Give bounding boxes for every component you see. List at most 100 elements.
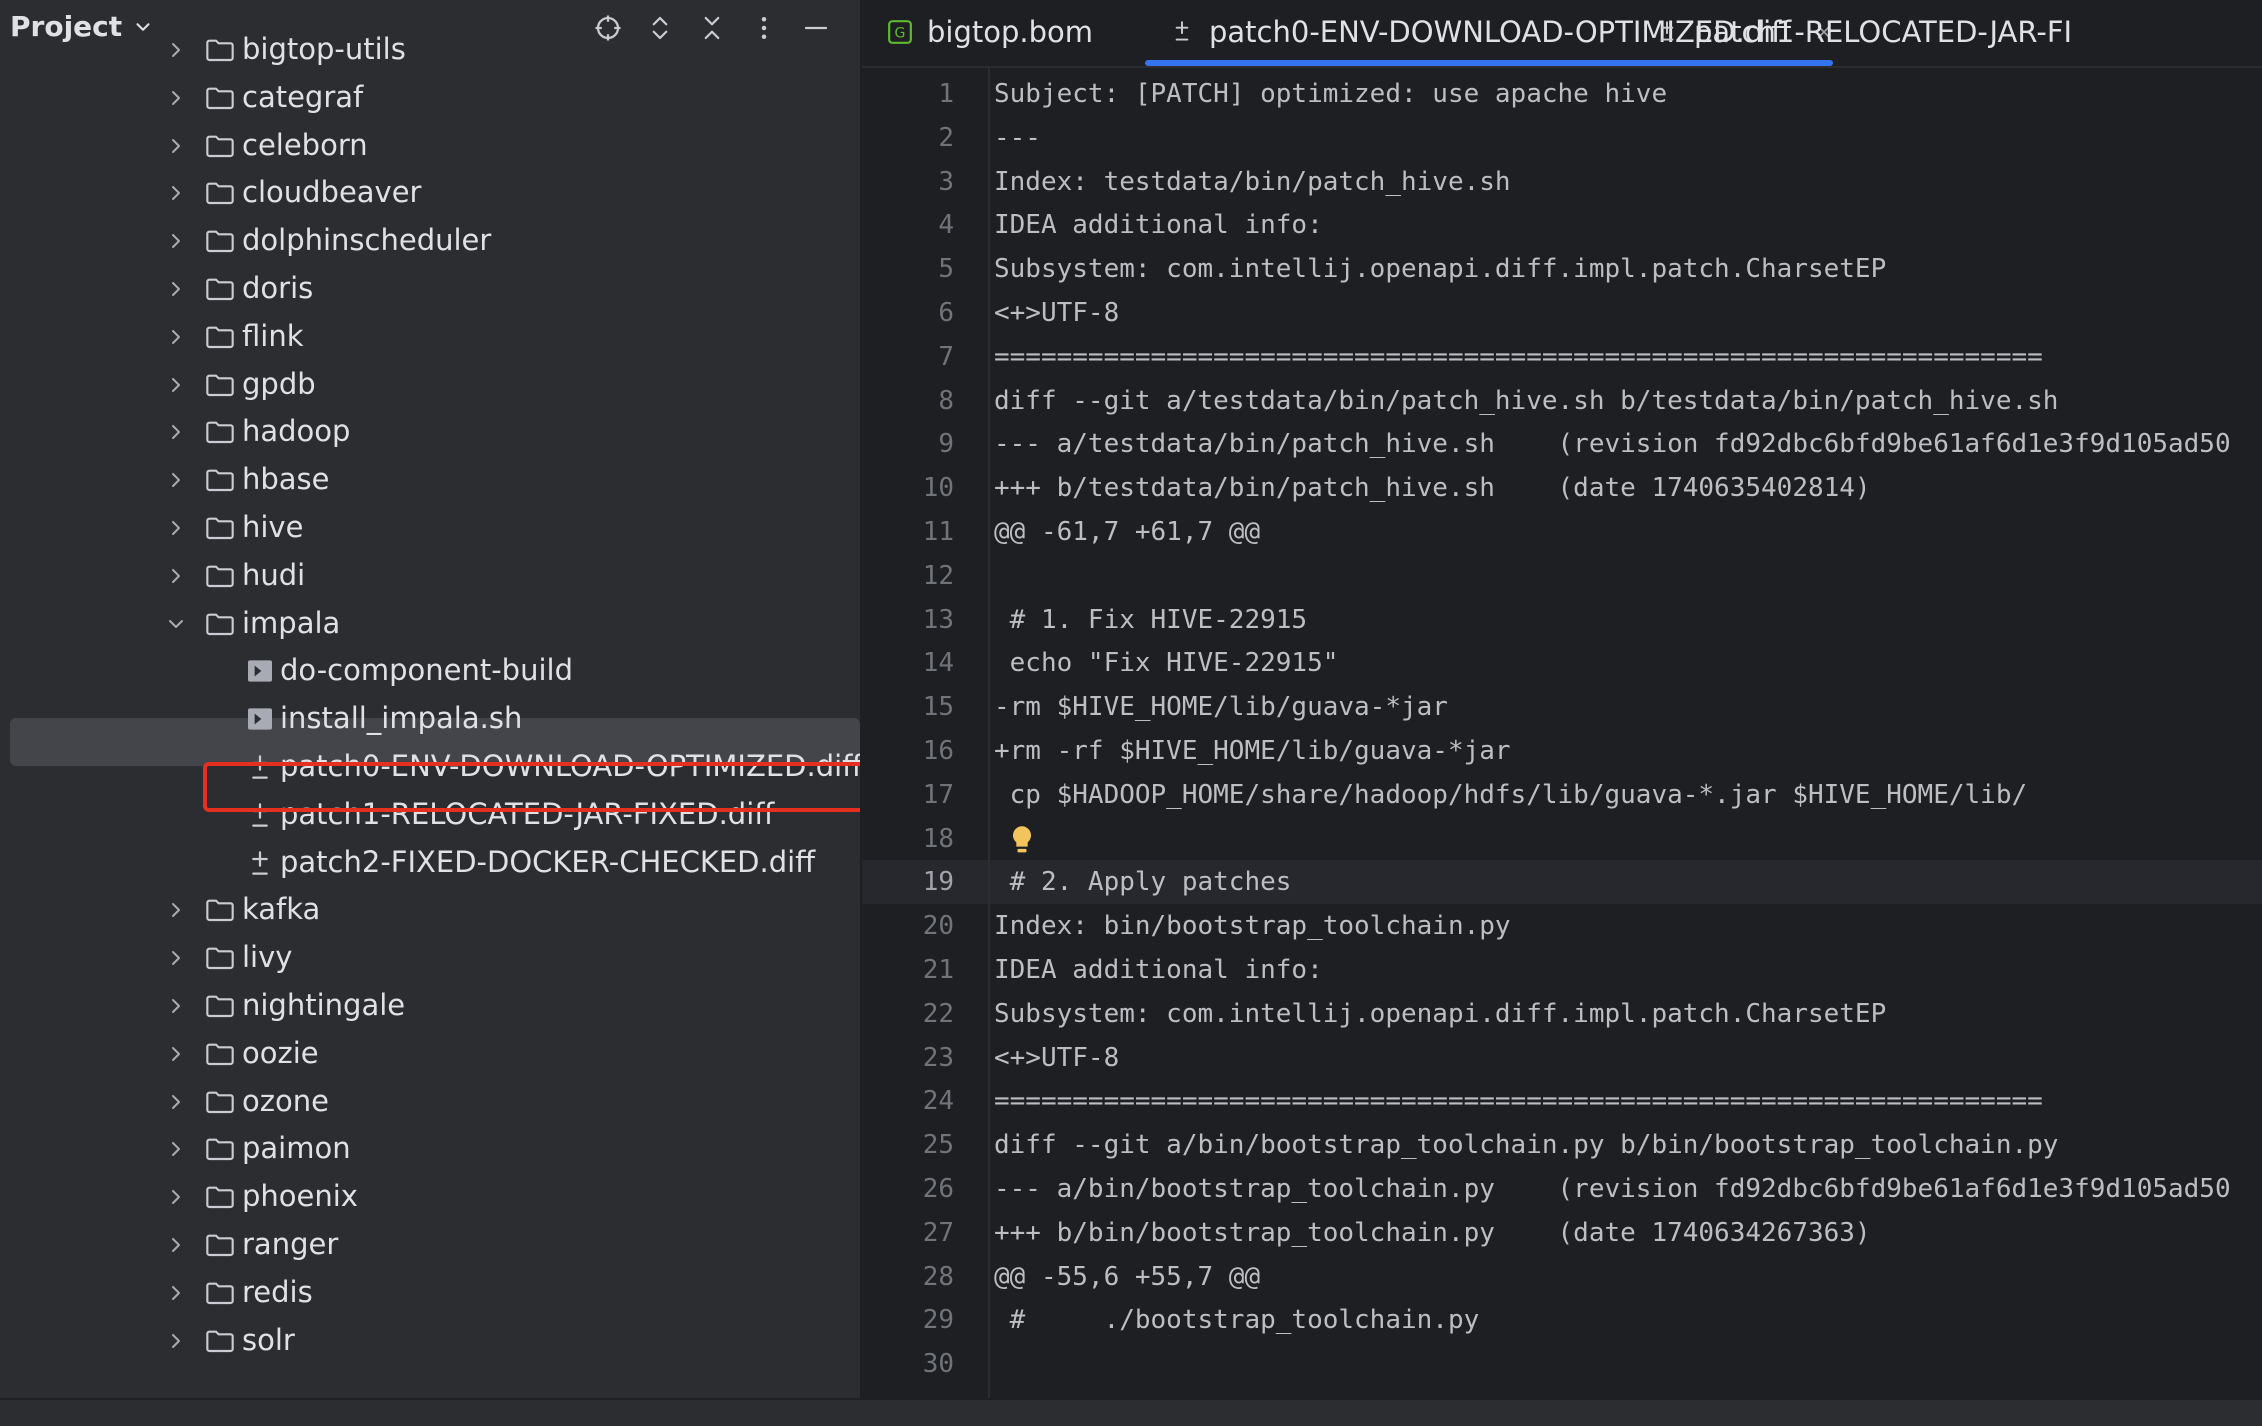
tab-bigtop-bom[interactable]: G bigtop.bom — [887, 0, 1093, 64]
chevron-right-icon[interactable] — [164, 373, 188, 397]
code-line[interactable]: 9 --- a/testdata/bin/patch_hive.sh (revis… — [862, 422, 2262, 466]
line-text: cp $HADOOP_HOME/share/hadoop/hdfs/lib/gu… — [994, 779, 2028, 810]
code-line[interactable]: 3 Index: testdata/bin/patch_hive.sh — [862, 160, 2262, 204]
chevron-right-icon[interactable] — [164, 516, 188, 540]
folder-icon — [206, 517, 234, 540]
tree-item-nightingale[interactable]: nightingale — [0, 982, 860, 1030]
tree-item-hudi[interactable]: hudi — [0, 552, 860, 600]
line-text: +rm -rf $HIVE_HOME/lib/guava-*jar — [994, 736, 1511, 766]
chevron-right-icon[interactable] — [164, 898, 188, 922]
code-line[interactable]: 19 # 2. Apply patches — [862, 860, 2262, 904]
line-number: 22 — [922, 998, 954, 1029]
chevron-right-icon[interactable] — [164, 1042, 188, 1066]
tree-item-do-component-build[interactable]: do-component-build — [0, 647, 860, 695]
chevron-right-icon[interactable] — [164, 1233, 188, 1257]
tree-item-celeborn[interactable]: celeborn — [0, 122, 860, 170]
code-line[interactable]: 20 Index: bin/bootstrap_toolchain.py — [862, 904, 2262, 948]
code-line[interactable]: 23 <+>UTF-8 — [862, 1036, 2262, 1080]
chevron-right-icon[interactable] — [164, 1281, 188, 1305]
code-line[interactable]: 29 # ./bootstrap_toolchain.py — [862, 1298, 2262, 1342]
chevron-right-icon[interactable] — [164, 38, 188, 62]
chevron-right-icon[interactable] — [164, 468, 188, 492]
tree-item-hadoop[interactable]: hadoop — [0, 408, 860, 456]
chevron-right-icon[interactable] — [164, 946, 188, 970]
tree-item-patch2-fixed-docker-checked-diff[interactable]: patch2-FIXED-DOCKER-CHECKED.diff — [0, 839, 860, 887]
tree-item-impala[interactable]: impala — [0, 600, 860, 648]
code-line[interactable]: 26 --- a/bin/bootstrap_toolchain.py (revi… — [862, 1167, 2262, 1211]
line-number: 5 — [938, 254, 954, 285]
tab-patch1-diff[interactable]: patch1-RELOCATED-JAR-FI — [1654, 0, 2072, 64]
line-text: @@ -55,6 +55,7 @@ — [994, 1261, 1261, 1292]
code-line[interactable]: 1 Subject: [PATCH] optimized: use apache … — [862, 72, 2262, 116]
tree-item-patch0-env-download-optimized-diff[interactable]: patch0-ENV-DOWNLOAD-OPTIMIZED.diff — [0, 743, 860, 791]
code-line[interactable]: 11 @@ -61,7 +61,7 @@ — [862, 510, 2262, 554]
tree-item-label: phoenix — [242, 1179, 358, 1214]
tree-item-hbase[interactable]: hbase — [0, 456, 860, 504]
chevron-right-icon[interactable] — [164, 134, 188, 158]
code-line[interactable]: 22 Subsystem: com.intellij.openapi.diff.i… — [862, 992, 2262, 1036]
chevron-right-icon[interactable] — [164, 277, 188, 301]
tree-item-doris[interactable]: doris — [0, 265, 860, 313]
tree-item-ranger[interactable]: ranger — [0, 1221, 860, 1269]
tree-item-gpdb[interactable]: gpdb — [0, 361, 860, 409]
code-line[interactable]: 17 cp $HADOOP_HOME/share/hadoop/hdfs/lib… — [862, 773, 2262, 817]
tree-item-oozie[interactable]: oozie — [0, 1030, 860, 1078]
code-line[interactable]: 6 <+>UTF-8 — [862, 291, 2262, 335]
code-line[interactable]: 30 — [862, 1342, 2262, 1386]
tree-item-bigtop-utils[interactable]: bigtop-utils — [0, 26, 860, 74]
code-line[interactable]: 5 Subsystem: com.intellij.openapi.diff.im… — [862, 247, 2262, 291]
code-line[interactable]: 2 --- — [862, 116, 2262, 160]
code-line[interactable]: 12 — [862, 554, 2262, 598]
tree-item-label: solr — [242, 1322, 295, 1357]
tree-item-paimon[interactable]: paimon — [0, 1125, 860, 1173]
code-line[interactable]: 16 +rm -rf $HIVE_HOME/lib/guava-*jar — [862, 729, 2262, 773]
code-editor[interactable]: 1 Subject: [PATCH] optimized: use apache … — [862, 68, 2262, 1398]
line-number: 26 — [922, 1174, 954, 1204]
chevron-right-icon[interactable] — [164, 229, 188, 253]
chevron-down-icon[interactable] — [164, 612, 188, 636]
tree-item-label: ozone — [242, 1083, 329, 1118]
chevron-right-icon[interactable] — [164, 325, 188, 349]
tree-item-label: redis — [242, 1274, 313, 1309]
code-line[interactable]: 15 -rm $HIVE_HOME/lib/guava-*jar — [862, 685, 2262, 729]
chevron-right-icon[interactable] — [164, 1329, 188, 1353]
chevron-right-icon[interactable] — [164, 181, 188, 205]
chevron-right-icon[interactable] — [164, 86, 188, 110]
tree-item-kafka[interactable]: kafka — [0, 886, 860, 934]
tree-item-dolphinscheduler[interactable]: dolphinscheduler — [0, 217, 860, 265]
code-line[interactable]: 18 — [862, 817, 2262, 861]
tree-item-install-impala-sh[interactable]: install_impala.sh — [0, 695, 860, 743]
chevron-right-icon[interactable] — [164, 1137, 188, 1161]
tree-item-solr[interactable]: solr — [0, 1317, 860, 1365]
chevron-right-icon[interactable] — [164, 994, 188, 1018]
code-line[interactable]: 14 echo "Fix HIVE-22915" — [862, 641, 2262, 685]
code-line[interactable]: 4 IDEA additional info: — [862, 203, 2262, 247]
tree-item-label: nightingale — [242, 988, 406, 1022]
code-line[interactable]: 27 +++ b/bin/bootstrap_toolchain.py (date… — [862, 1211, 2262, 1255]
code-line[interactable]: 10 +++ b/testdata/bin/patch_hive.sh (date… — [862, 466, 2262, 510]
tree-item-livy[interactable]: livy — [0, 934, 860, 982]
tree-item-cloudbeaver[interactable]: cloudbeaver — [0, 169, 860, 217]
tree-item-flink[interactable]: flink — [0, 313, 860, 361]
tree-item-categraf[interactable]: categraf — [0, 74, 860, 122]
tree-item-phoenix[interactable]: phoenix — [0, 1173, 860, 1221]
tree-item-ozone[interactable]: ozone — [0, 1078, 860, 1126]
tree-item-redis[interactable]: redis — [0, 1269, 860, 1317]
chevron-right-icon[interactable] — [164, 564, 188, 588]
code-line[interactable]: 25 diff --git a/bin/bootstrap_toolchain.p… — [862, 1123, 2262, 1167]
tree-item-hive[interactable]: hive — [0, 504, 860, 552]
code-line[interactable]: 24 ======================================… — [862, 1079, 2262, 1123]
code-line[interactable]: 7 =======================================… — [862, 335, 2262, 379]
chevron-right-icon[interactable] — [164, 420, 188, 444]
code-line[interactable]: 8 diff --git a/testdata/bin/patch_hive.sh… — [862, 379, 2262, 423]
code-line[interactable]: 28 @@ -55,6 +55,7 @@ — [862, 1255, 2262, 1299]
folder-icon — [206, 1282, 234, 1304]
code-line[interactable]: 21 IDEA additional info: — [862, 948, 2262, 992]
tree-item-label: paimon — [242, 1131, 351, 1166]
chevron-right-icon[interactable] — [164, 1185, 188, 1209]
code-line[interactable]: 13 # 1. Fix HIVE-22915 — [862, 598, 2262, 642]
chevron-right-icon[interactable] — [164, 1090, 188, 1114]
line-number: 9 — [938, 429, 954, 460]
tree-item-patch1-relocated-jar-fixed-diff[interactable]: patch1-RELOCATED-JAR-FIXED.diff — [0, 791, 860, 839]
lightbulb-icon[interactable] — [1008, 824, 1036, 858]
